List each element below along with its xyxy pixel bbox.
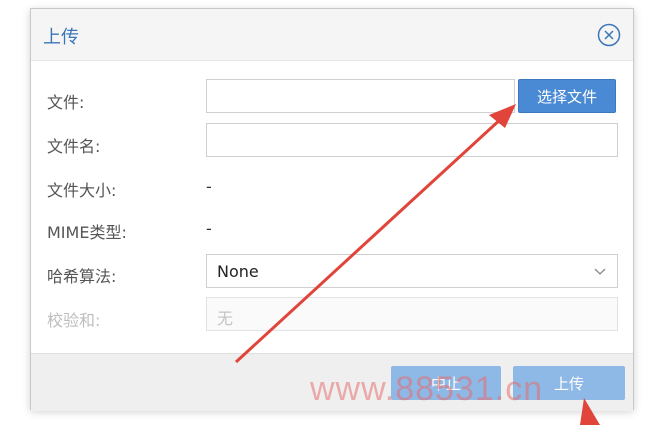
- filesize-label: 文件大小:: [47, 181, 117, 200]
- checksum-label: 校验和:: [47, 311, 101, 330]
- dialog-titlebar: 上传: [31, 9, 633, 61]
- filename-label: 文件名:: [47, 137, 101, 156]
- choose-file-button[interactable]: 选择文件: [518, 79, 616, 113]
- filename-input[interactable]: [206, 123, 618, 157]
- close-icon: [597, 23, 621, 47]
- hash-selected-value: None: [217, 262, 259, 281]
- checksum-value: 无: [217, 309, 234, 328]
- watermark-text: www.88531.cn: [310, 370, 544, 408]
- close-button[interactable]: [597, 23, 621, 47]
- file-label: 文件:: [47, 93, 85, 112]
- filesize-value: -: [206, 177, 212, 196]
- file-input[interactable]: [206, 79, 515, 113]
- mime-value: -: [206, 219, 212, 238]
- mime-label: MIME类型:: [47, 223, 127, 242]
- dialog-title: 上传: [43, 27, 79, 48]
- checksum-input: 无: [206, 297, 618, 331]
- chevron-down-icon: [594, 268, 606, 275]
- hash-label: 哈希算法:: [47, 267, 117, 286]
- upload-dialog: 上传 文件: 选择文件 文件名: 文件大小: - MIME类型: - 哈希算法:…: [30, 8, 634, 411]
- hash-select[interactable]: None: [206, 254, 618, 288]
